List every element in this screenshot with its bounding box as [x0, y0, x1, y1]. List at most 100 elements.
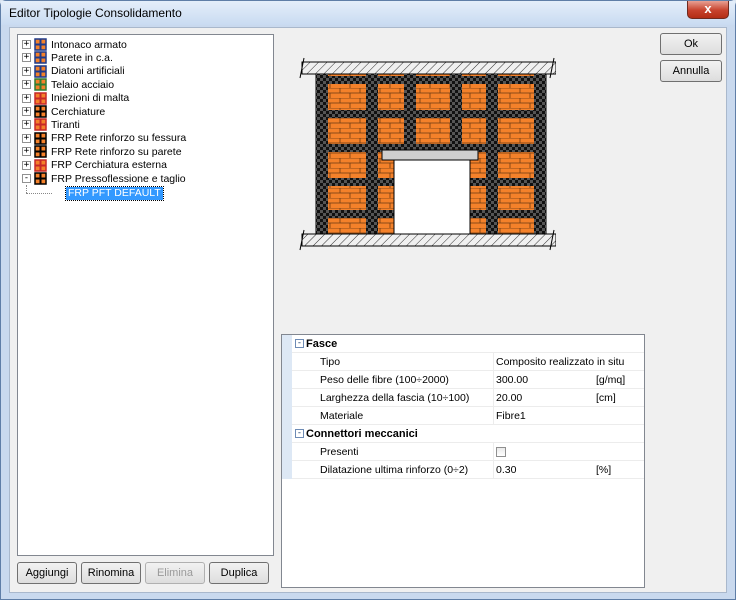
intonaco-icon	[34, 38, 47, 51]
tree-item-cerchiature[interactable]: + Cerchiature	[22, 105, 105, 118]
expand-icon[interactable]: +	[22, 40, 31, 49]
expand-icon[interactable]: +	[22, 120, 31, 130]
fiber-strip-horizontal	[316, 110, 546, 118]
frp-cerchiatura-icon	[34, 158, 47, 172]
frp-parete-icon	[34, 145, 47, 158]
category-label: Fasce	[306, 338, 338, 350]
row-gutter	[282, 461, 292, 479]
delete-button[interactable]: Elimina	[145, 562, 205, 584]
collapse-icon[interactable]: -	[295, 429, 304, 438]
window-title: Editor Tipologie Consolidamento	[9, 6, 182, 20]
editor-window: Editor Tipologie Consolidamento x + Inton…	[0, 0, 736, 600]
property-row[interactable]: Tipo Composito realizzato in situ	[282, 353, 644, 371]
property-value[interactable]: 20.00	[496, 392, 522, 404]
property-unit: [cm]	[596, 392, 616, 404]
expand-icon[interactable]: +	[22, 133, 31, 143]
tree-item-label: Diatoni artificiali	[51, 65, 125, 78]
reinforcement-preview	[290, 48, 557, 254]
tree-item-label: FRP Pressoflessione e taglio	[51, 172, 186, 185]
tree-item-label: Parete in c.a.	[51, 51, 113, 64]
telaio-icon	[34, 78, 47, 91]
category-row-connettori[interactable]: - Connettori meccanici	[282, 425, 644, 443]
tree-item-label: FRP Rete rinforzo su parete	[51, 145, 182, 158]
row-gutter	[282, 425, 292, 443]
tree-item-diatoni[interactable]: + Diatoni artificiali	[22, 65, 125, 78]
wall-opening	[393, 159, 471, 235]
property-name: Tipo	[320, 356, 341, 368]
property-unit: [%]	[596, 464, 612, 476]
cerchiature-icon	[34, 105, 47, 118]
property-row[interactable]: Larghezza della fascia (10÷100) 20.00 [cm]	[282, 389, 644, 407]
column-divider	[493, 371, 494, 389]
top-slab	[301, 61, 557, 75]
property-value[interactable]: Composito realizzato in situ	[496, 356, 624, 368]
property-row[interactable]: Dilatazione ultima rinforzo (0÷2) 0.30 [%]	[282, 461, 644, 479]
property-row[interactable]: Presenti	[282, 443, 644, 461]
tree-item-iniezioni[interactable]: + Iniezioni di malta	[22, 91, 130, 105]
expand-icon[interactable]: +	[22, 147, 31, 157]
tree-item-parete[interactable]: + Parete in c.a.	[22, 51, 113, 65]
tree-item-frp-pressoflessione[interactable]: - FRP Pressoflessione e taglio	[22, 172, 186, 185]
column-divider	[493, 461, 494, 479]
row-gutter	[282, 407, 292, 425]
tree-item-frp-pft-default[interactable]: FRP PFT DEFAULT	[65, 186, 164, 201]
row-gutter	[282, 389, 292, 407]
tree-item-label: Iniezioni di malta	[51, 92, 130, 105]
fiber-strip-horizontal	[316, 76, 546, 84]
wall-drawing	[299, 57, 557, 251]
tree-item-frp-cerchiatura[interactable]: + FRP Cerchiatura esterna	[22, 158, 167, 172]
column-divider	[493, 443, 494, 461]
tree-item-label: Telaio acciaio	[51, 78, 115, 91]
add-button[interactable]: Aggiungi	[17, 562, 77, 584]
column-divider	[493, 389, 494, 407]
property-value[interactable]: 0.30	[496, 464, 516, 476]
typology-tree[interactable]: + Intonaco armato + Parete in c.a. + Diatoni …	[17, 34, 274, 556]
rename-button[interactable]: Rinomina	[81, 562, 141, 584]
column-divider	[493, 407, 494, 425]
expand-icon[interactable]: +	[22, 53, 31, 63]
diatoni-icon	[34, 65, 47, 78]
frp-fessura-icon	[34, 132, 47, 145]
property-name: Presenti	[320, 446, 359, 458]
expand-icon[interactable]: +	[22, 80, 31, 90]
property-unit: [g/mq]	[596, 374, 626, 386]
tree-item-telaio[interactable]: + Telaio acciaio	[22, 78, 114, 91]
property-value[interactable]: Fibre1	[496, 410, 526, 422]
expand-icon[interactable]: +	[22, 93, 31, 103]
presenti-checkbox[interactable]	[496, 447, 506, 457]
close-button[interactable]: x	[687, 1, 729, 19]
frp-pressoflessione-icon	[34, 172, 47, 185]
expand-icon[interactable]: +	[22, 66, 31, 76]
row-gutter	[282, 353, 292, 371]
property-name: Larghezza della fascia (10÷100)	[320, 392, 470, 404]
iniezioni-icon	[34, 91, 47, 105]
row-gutter	[282, 335, 292, 353]
tree-item-label: FRP Rete rinforzo su fessura	[51, 132, 187, 145]
lintel	[381, 149, 479, 161]
title-bar: Editor Tipologie Consolidamento x	[1, 1, 735, 25]
tree-item-intonaco[interactable]: + Intonaco armato	[22, 38, 127, 51]
expand-icon[interactable]: +	[22, 160, 31, 170]
ok-button[interactable]: Ok	[660, 33, 722, 55]
tree-item-label: Intonaco armato	[51, 38, 127, 51]
property-value[interactable]: 300.00	[496, 374, 528, 386]
property-name: Materiale	[320, 410, 364, 422]
property-grid: - Fasce Tipo Composito realizzato in situ Pe…	[281, 334, 645, 588]
collapse-icon[interactable]: -	[22, 174, 31, 183]
tree-item-frp-parete[interactable]: + FRP Rete rinforzo su parete	[22, 145, 182, 158]
row-gutter	[282, 443, 292, 461]
expand-icon[interactable]: +	[22, 107, 31, 116]
cancel-button[interactable]: Annulla	[660, 60, 722, 82]
tree-item-frp-fessura[interactable]: + FRP Rete rinforzo su fessura	[22, 132, 186, 145]
dialog-client-area: + Intonaco armato + Parete in c.a. + Diatoni …	[9, 27, 727, 593]
category-label: Connettori meccanici	[306, 428, 418, 440]
category-row-fasce[interactable]: - Fasce	[282, 335, 644, 353]
tree-item-tiranti[interactable]: + Tiranti	[22, 118, 80, 132]
collapse-icon[interactable]: -	[295, 339, 304, 348]
tree-connector	[26, 193, 52, 194]
property-row[interactable]: Peso delle fibre (100÷2000) 300.00 [g/mq]	[282, 371, 644, 389]
property-row[interactable]: Materiale Fibre1	[282, 407, 644, 425]
duplicate-button[interactable]: Duplica	[209, 562, 269, 584]
property-name: Peso delle fibre (100÷2000)	[320, 374, 449, 386]
parete-icon	[34, 51, 47, 65]
